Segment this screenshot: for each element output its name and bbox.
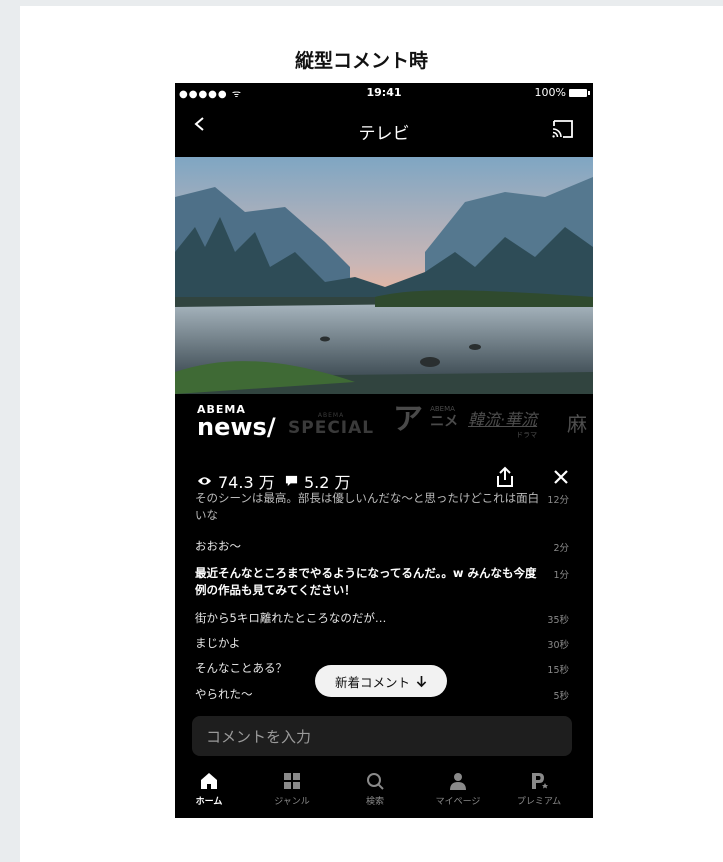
tab-premium[interactable]: プレミアム — [497, 771, 581, 807]
battery-status: 100% — [534, 86, 590, 99]
channel-logo-anime: ア — [393, 402, 423, 437]
close-icon[interactable] — [553, 469, 569, 485]
eye-icon — [197, 477, 212, 485]
comment-time: 30秒 — [547, 640, 569, 651]
channel-logo-drama-sub: ドラマ — [516, 431, 538, 439]
comment-time: 35秒 — [547, 615, 569, 626]
comment-text: そのシーンは最高。部長は優しいんだな〜と思ったけどこれは面白いな — [195, 491, 540, 522]
tab-mypage[interactable]: マイページ — [416, 771, 500, 807]
tab-search[interactable]: 検索 — [333, 771, 417, 807]
channel-drama[interactable]: 韓流·華流 ドラマ — [468, 406, 537, 440]
battery-percent: 100% — [534, 86, 566, 99]
home-icon — [201, 773, 217, 789]
tab-label: プレミアム — [516, 797, 562, 807]
cast-icon[interactable] — [551, 119, 575, 139]
comment-input-placeholder: コメントを入力 — [206, 728, 312, 746]
arrow-down-icon — [416, 675, 427, 687]
comment-text: 街から5キロ離れたところなのだが… — [195, 611, 387, 625]
comment-text: 最近そんなところまでやるようになってるんだ。。w みんなも今度例の作品も見てみて… — [195, 566, 537, 597]
channel-mahjong[interactable]: 麻 — [567, 408, 587, 437]
channel-logo-anime-sub: ニメ — [430, 414, 459, 430]
grid-icon — [284, 773, 300, 789]
new-comment-label: 新着コメント — [334, 674, 410, 690]
tab-bar: ホーム ジャンル 検索 マイページ プレミアム — [175, 763, 593, 818]
tab-genre[interactable]: ジャンル — [250, 771, 334, 807]
comment-time: 1分 — [553, 570, 569, 581]
comment-icon — [285, 475, 298, 486]
battery-icon — [569, 88, 590, 97]
comment-input[interactable]: コメントを入力 — [192, 716, 572, 756]
search-icon — [367, 773, 384, 790]
comment-text: まじかよ — [195, 636, 241, 650]
tab-label: マイページ — [435, 797, 481, 807]
channel-abema-special[interactable]: ABEMA SPECIAL — [288, 412, 374, 437]
phone-screen: ●●●●● ᯤ 19:41 100% テレビ ABEMA news/ ABEMA… — [175, 83, 593, 818]
status-time: 19:41 — [366, 86, 402, 99]
tab-label: ホーム — [195, 797, 223, 807]
nav-bar: テレビ — [175, 111, 593, 151]
channel-strip: ABEMA news/ ABEMA SPECIAL ア ABEMA ニメ 韓流·… — [175, 394, 593, 454]
comment-time: 2分 — [553, 543, 569, 554]
nav-title: テレビ — [358, 124, 410, 144]
tab-label: ジャンル — [274, 797, 310, 807]
comment-text: おおお〜 — [195, 539, 241, 553]
tab-home[interactable]: ホーム — [175, 771, 251, 807]
channel-logo-drama: 韓流·華流 — [468, 410, 538, 429]
share-icon[interactable] — [495, 466, 515, 488]
premium-icon — [532, 773, 548, 789]
comment-time: 12分 — [547, 495, 569, 506]
channel-logo-special: SPECIAL — [288, 418, 375, 438]
comment-time: 5秒 — [553, 691, 569, 702]
person-icon — [450, 773, 466, 790]
page-heading: 縦型コメント時 — [294, 50, 428, 72]
channel-abema-anime[interactable]: ア ABEMA ニメ — [393, 405, 458, 435]
stats-bar: 74.3 万 5.2 万 — [175, 463, 593, 493]
new-comment-button[interactable]: 新着コメント — [315, 665, 447, 697]
tab-label: 検索 — [365, 797, 384, 807]
comment-time: 15秒 — [547, 665, 569, 676]
status-bar: ●●●●● ᯤ 19:41 100% — [175, 83, 593, 101]
channel-logo-news: news/ — [197, 413, 276, 441]
video-thumbnail[interactable] — [175, 157, 593, 394]
channel-abema-news[interactable]: ABEMA news/ — [197, 404, 276, 439]
channel-logo-anime-top: ABEMA — [430, 405, 455, 413]
